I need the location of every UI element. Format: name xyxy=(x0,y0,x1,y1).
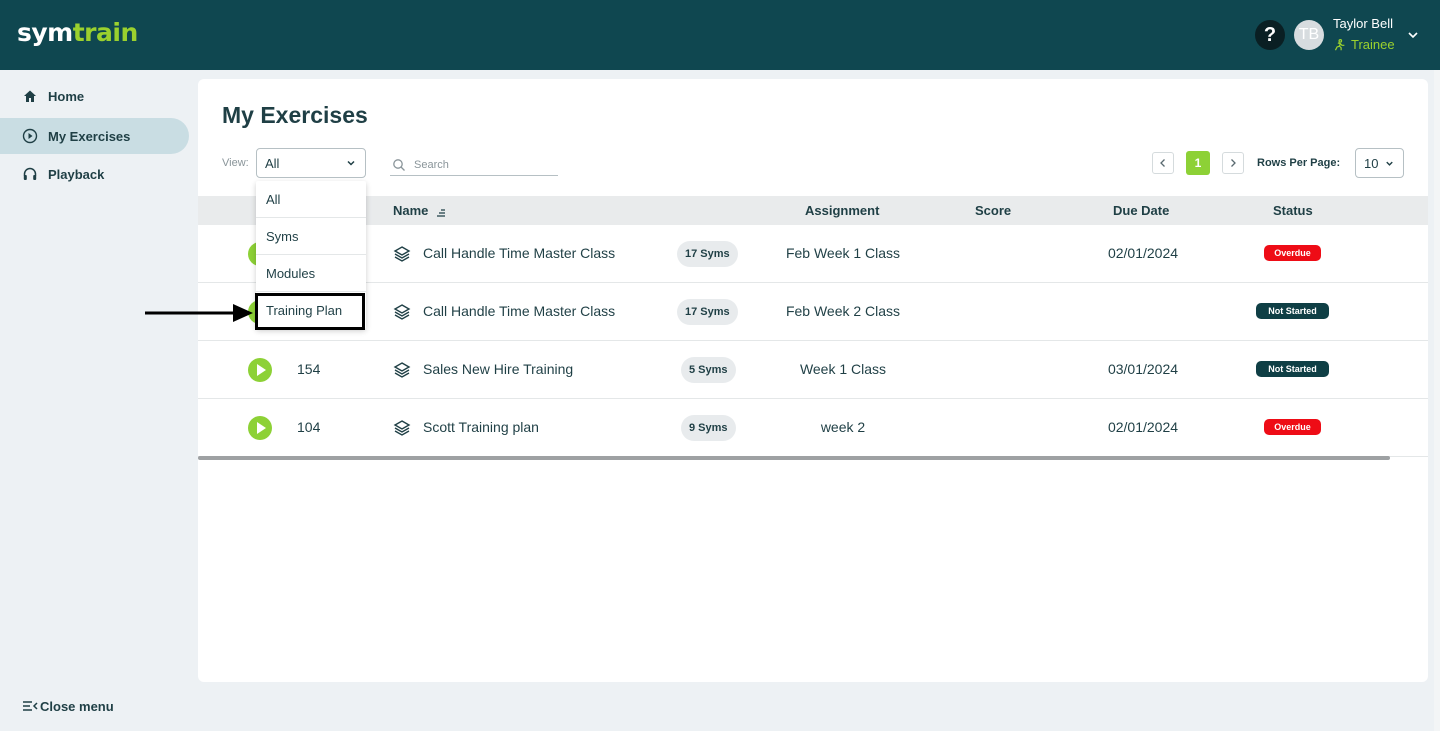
row-name[interactable]: Call Handle Time Master Class xyxy=(423,303,615,319)
pointer-arrow-icon xyxy=(145,304,253,322)
row-due-date: 02/01/2024 xyxy=(1107,419,1179,435)
dropdown-option-syms[interactable]: Syms xyxy=(256,218,366,255)
column-header-status[interactable]: Status xyxy=(1273,203,1313,218)
help-button[interactable]: ? xyxy=(1255,20,1285,50)
row-assignment: Feb Week 1 Class xyxy=(785,245,901,261)
table-header: Name Assignment Score Due Date Status xyxy=(198,196,1428,225)
avatar[interactable]: TB xyxy=(1294,20,1324,50)
column-header-label: Name xyxy=(393,203,429,218)
sidebar-item-label: My Exercises xyxy=(48,128,131,144)
window-edge xyxy=(1434,70,1440,731)
sidebar-item-home[interactable]: Home xyxy=(0,78,189,114)
next-page-button[interactable] xyxy=(1222,152,1244,174)
table-row[interactable]: Call Handle Time Master Class 17 Syms Fe… xyxy=(198,283,1428,341)
highlight-box xyxy=(255,293,365,330)
table-row[interactable]: Call Handle Time Master Class 17 Syms Fe… xyxy=(198,225,1428,283)
layers-icon xyxy=(393,304,411,320)
headphones-icon xyxy=(23,167,37,180)
syms-count-badge: 17 Syms xyxy=(677,241,738,267)
row-assignment: Week 1 Class xyxy=(799,361,887,377)
row-name[interactable]: Call Handle Time Master Class xyxy=(423,245,615,261)
play-button[interactable] xyxy=(248,358,272,382)
main-panel: My Exercises View: All 1 Rows Per Page: … xyxy=(198,79,1428,682)
row-id: 104 xyxy=(297,419,321,435)
row-name[interactable]: Scott Training plan xyxy=(423,419,539,435)
layers-icon xyxy=(393,362,411,378)
status-badge: Overdue xyxy=(1264,419,1321,435)
status-badge: Not Started xyxy=(1256,361,1329,377)
rows-per-page-select[interactable]: 10 xyxy=(1355,148,1404,178)
page-title: My Exercises xyxy=(222,102,368,128)
horizontal-scrollbar[interactable] xyxy=(198,456,1390,460)
current-page-button[interactable]: 1 xyxy=(1186,151,1210,175)
sidebar-item-label: Home xyxy=(48,88,85,104)
syms-count-badge: 9 Syms xyxy=(681,415,736,441)
sidebar-item-my-exercises[interactable]: My Exercises xyxy=(0,118,189,154)
logo-train-text: train xyxy=(72,18,139,47)
search-input[interactable] xyxy=(414,158,544,171)
layers-icon xyxy=(393,420,411,436)
chevron-down-icon xyxy=(347,160,355,166)
search-field xyxy=(390,154,558,176)
close-menu-label: Close menu xyxy=(40,698,114,714)
row-assignment: Feb Week 2 Class xyxy=(785,303,901,319)
table-row[interactable]: 154 Sales New Hire Training 5 Syms Week … xyxy=(198,341,1428,399)
sidebar-item-playback[interactable]: Playback xyxy=(0,156,189,192)
rows-per-page-value: 10 xyxy=(1364,155,1379,171)
play-circle-icon xyxy=(22,128,38,144)
user-role: Trainee xyxy=(1333,37,1395,52)
search-icon xyxy=(393,158,405,171)
row-due-date: 03/01/2024 xyxy=(1107,361,1179,377)
status-badge: Not Started xyxy=(1256,303,1329,319)
chevron-down-icon xyxy=(1386,161,1393,166)
row-id: 154 xyxy=(297,361,321,377)
trainee-icon xyxy=(1334,39,1345,51)
view-select-value: All xyxy=(265,155,280,171)
user-name: Taylor Bell xyxy=(1333,16,1393,31)
column-header-name[interactable]: Name xyxy=(393,203,447,218)
column-header-assignment[interactable]: Assignment xyxy=(805,203,879,218)
view-label: View: xyxy=(222,157,249,169)
symtrain-logo[interactable]: symtrain xyxy=(17,18,138,47)
user-menu-chevron-icon[interactable] xyxy=(1406,28,1420,42)
row-assignment: week 2 xyxy=(820,419,866,435)
logo-sym-text: sym xyxy=(17,18,73,47)
table-row[interactable]: 104 Scott Training plan 9 Syms week 2 02… xyxy=(198,399,1428,457)
column-header-score[interactable]: Score xyxy=(975,203,1011,218)
syms-count-badge: 5 Syms xyxy=(681,357,736,383)
chevron-right-icon xyxy=(1231,159,1236,167)
sidebar-item-label: Playback xyxy=(48,166,105,182)
chevron-left-icon xyxy=(1160,159,1165,167)
prev-page-button[interactable] xyxy=(1152,152,1174,174)
user-role-label: Trainee xyxy=(1351,37,1395,52)
layers-icon xyxy=(393,246,411,262)
close-menu-button[interactable]: Close menu xyxy=(22,698,114,714)
column-header-due-date[interactable]: Due Date xyxy=(1113,203,1169,218)
row-name[interactable]: Sales New Hire Training xyxy=(423,361,573,377)
rows-per-page-label: Rows Per Page: xyxy=(1257,157,1341,169)
play-button[interactable] xyxy=(248,416,272,440)
dropdown-option-all[interactable]: All xyxy=(256,181,366,218)
collapse-menu-icon xyxy=(23,701,38,711)
row-due-date: 02/01/2024 xyxy=(1107,245,1179,261)
view-select[interactable]: All xyxy=(256,148,366,178)
status-badge: Overdue xyxy=(1264,245,1321,261)
dropdown-option-modules[interactable]: Modules xyxy=(256,255,366,292)
sort-icon[interactable] xyxy=(435,206,447,218)
home-icon xyxy=(24,90,36,102)
top-header: symtrain ? TB Taylor Bell Trainee xyxy=(0,0,1440,70)
syms-count-badge: 17 Syms xyxy=(677,299,738,325)
